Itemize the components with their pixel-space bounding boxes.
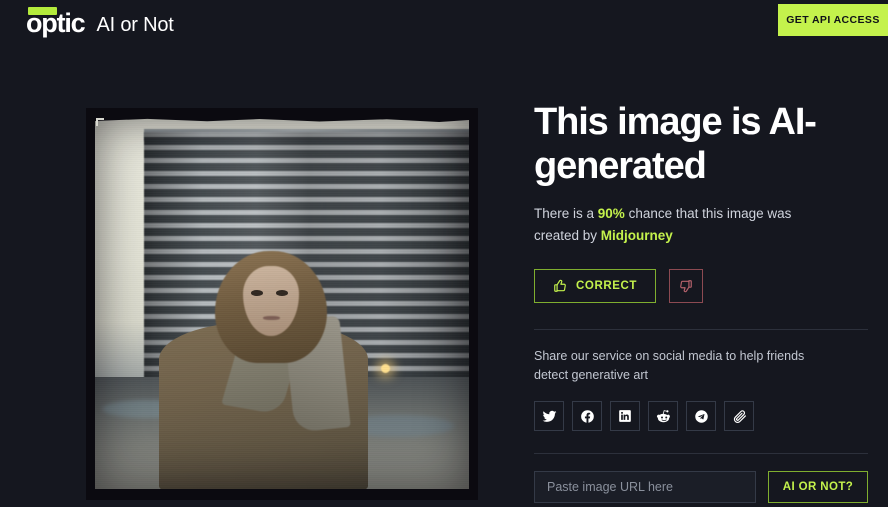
telegram-icon [694, 409, 709, 424]
url-submit-form: AI OR NOT? [534, 471, 868, 504]
correct-button-label: CORRECT [576, 279, 638, 292]
ai-or-not-submit-button[interactable]: AI OR NOT? [768, 471, 868, 504]
thumbs-down-icon [679, 279, 693, 293]
twitter-icon [542, 409, 557, 424]
subline-prefix: There is a [534, 205, 598, 221]
result-headline: This image is AI-generated [534, 101, 817, 188]
get-api-access-button[interactable]: GET API ACCESS [778, 4, 888, 36]
divider-bottom [534, 453, 868, 455]
analyzed-image [95, 117, 469, 489]
reddit-icon [656, 409, 671, 424]
copy-link-button[interactable] [724, 401, 754, 432]
share-facebook-button[interactable] [572, 401, 602, 432]
correct-button[interactable]: CORRECT [534, 268, 657, 303]
feedback-row: CORRECT [534, 268, 868, 303]
main-content: This image is AI-generated There is a 90… [0, 40, 888, 507]
image-person-eye-left [251, 289, 263, 296]
product-name: AI or Not [96, 14, 174, 36]
share-twitter-button[interactable] [534, 401, 564, 432]
analyzed-image-frame[interactable] [86, 108, 478, 500]
social-share-row [534, 401, 868, 432]
share-description: Share our service on social media to hel… [534, 348, 805, 383]
logo-accent-bar-icon [28, 7, 57, 15]
app-header: optic AI or Not GET API ACCESS [0, 0, 888, 40]
brand[interactable]: optic AI or Not [26, 2, 174, 38]
generator-name: Midjourney [600, 227, 673, 243]
linkedin-icon [618, 409, 632, 423]
link-icon [732, 409, 747, 424]
image-person-eye-right [276, 289, 288, 296]
optic-logo[interactable]: optic [26, 4, 86, 38]
share-telegram-button[interactable] [686, 401, 716, 432]
share-linkedin-button[interactable] [610, 401, 640, 432]
share-reddit-button[interactable] [648, 401, 678, 432]
thumbs-up-icon [553, 279, 567, 293]
result-subline: There is a 90% chance that this image wa… [534, 203, 814, 247]
confidence-value: 90% [597, 205, 625, 221]
incorrect-button[interactable] [669, 268, 704, 303]
facebook-icon [580, 409, 595, 424]
result-panel: This image is AI-generated There is a 90… [534, 100, 868, 504]
image-url-input[interactable] [534, 471, 756, 504]
divider-top [534, 328, 868, 330]
